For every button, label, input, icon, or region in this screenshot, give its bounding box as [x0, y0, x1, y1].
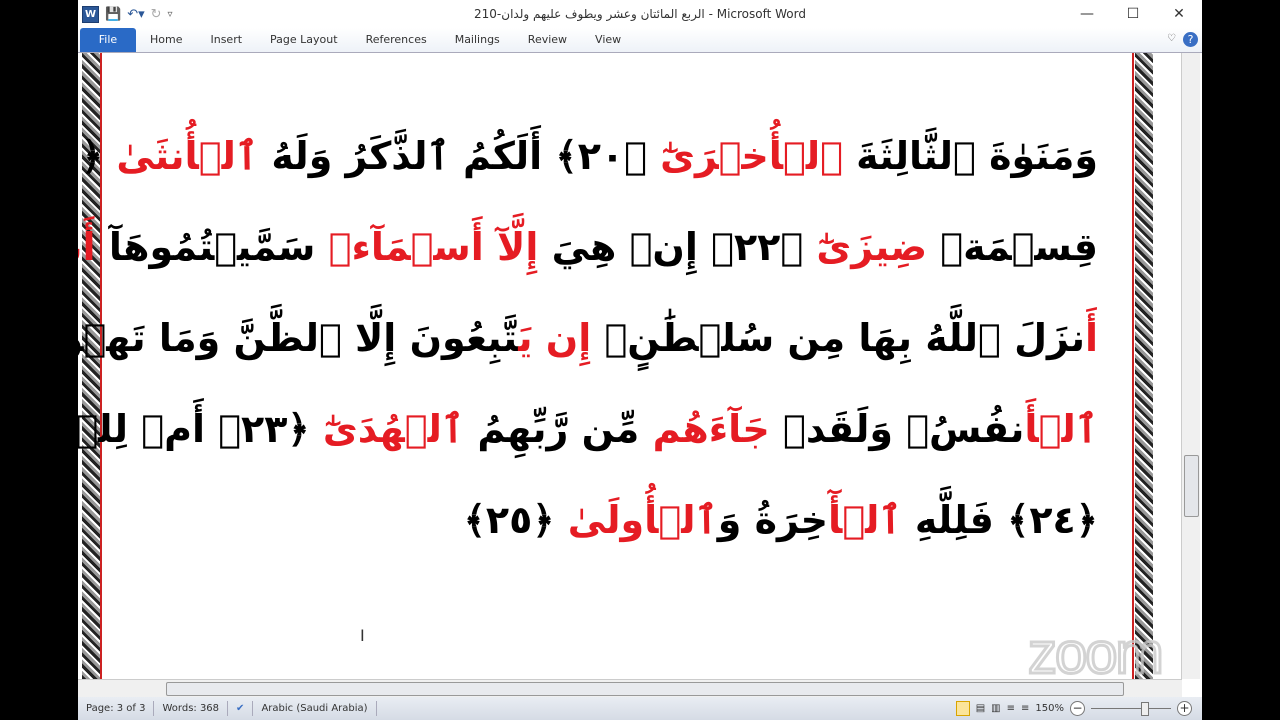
text-line[interactable]: ﴿٢٤﴾ فَلِلَّهِ ٱلۡأٓخِرَةُ وَٱلۡأُولَىٰ …	[133, 475, 1098, 566]
title-bar: الربع المائتان وعشر ويطوف عليهم ولدان-21…	[78, 0, 1202, 28]
text-segment: نفُسُۖ وَلَقَدۡ	[769, 407, 1025, 451]
text-segment: سَمَّيۡتُمُوهَآ	[95, 225, 329, 269]
quran-text[interactable]: وَمَنَوٰةَ ٱلثَّالِثَةَ ٱلۡأُخۡرَىٰٓ ﴿٢٠…	[78, 111, 1098, 566]
word-window: الربع المائتان وعشر ويطوف عليهم ولدان-21…	[78, 0, 1202, 720]
text-segment: ﴿٢٠﴾ أَلَكُمُ ٱلذَّكَرُ وَلَهُ	[258, 134, 661, 178]
text-segment: ﴿٢٣﴾ أَمۡ لِلۡإِنسَٰنِ مَا	[78, 407, 310, 451]
text-line[interactable]: ٱلۡأَنفُسُۖ وَلَقَدۡ جَآءَهُم مِّن رَّبِ…	[78, 384, 1098, 475]
language-indicator[interactable]: Arabic (Saudi Arabia)	[253, 701, 377, 716]
zoom-watermark-logo: zoom	[1027, 620, 1166, 688]
highlighted-text-segment: ضِيزَىٰٓ	[816, 225, 928, 269]
maximize-button[interactable]: ☐	[1110, 0, 1156, 28]
print-layout-view-icon[interactable]	[955, 701, 970, 716]
expand-ribbon-icon[interactable]: ♡	[1167, 33, 1176, 44]
status-bar: Page: 3 of 3 Words: 368 ✔ Arabic (Saudi …	[78, 697, 1202, 720]
page-count[interactable]: Page: 3 of 3	[78, 701, 155, 716]
horizontal-scrollbar[interactable]	[78, 679, 1182, 698]
page-border-line	[1132, 53, 1134, 679]
highlighted-text-segment: ٱلۡأُولَىٰ	[567, 498, 718, 542]
tab-file[interactable]: File	[80, 28, 136, 52]
text-cursor-icon: I	[360, 626, 365, 645]
text-segment: تَّبِعُونَ إِلَّا ٱلظَّنَّ وَمَا تَهۡوَى	[78, 316, 519, 360]
text-segment: وَمَنَوٰةَ ٱلثَّالِثَةَ	[842, 134, 1098, 178]
page-border-right	[1135, 53, 1153, 679]
tab-insert[interactable]: Insert	[196, 28, 256, 52]
highlighted-text-segment: جَآءَهُم	[652, 407, 770, 451]
zoom-slider[interactable]	[1091, 702, 1171, 716]
highlighted-text-segment: إِلَّآ أَسۡمَآءٞ	[328, 225, 539, 269]
full-screen-view-icon[interactable]: ▤	[976, 703, 985, 714]
tab-mailings[interactable]: Mailings	[441, 28, 514, 52]
zoom-level[interactable]: 150%	[1035, 703, 1064, 714]
proofing-icon[interactable]: ✔	[228, 701, 254, 716]
text-segment: ﴿٢١﴾ تِلۡكَ إِذٗا	[78, 134, 104, 178]
highlighted-text-segment: أَ	[1084, 316, 1098, 360]
tab-page-layout[interactable]: Page Layout	[256, 28, 352, 52]
text-segment: خِرَةُ وَ	[717, 498, 829, 542]
ribbon-tabs: File Home Insert Page Layout References …	[78, 28, 1202, 53]
help-icon[interactable]: ?	[1183, 32, 1198, 47]
text-line[interactable]: وَمَنَوٰةَ ٱلثَّالِثَةَ ٱلۡأُخۡرَىٰٓ ﴿٢٠…	[78, 111, 1098, 202]
highlighted-text-segment: ٱلۡأَ	[1024, 407, 1098, 451]
text-line[interactable]: أَنزَلَ ٱللَّهُ بِهَا مِن سُلۡطَٰنٍۚ إِن…	[78, 293, 1098, 384]
outline-view-icon[interactable]: ≡	[1007, 703, 1015, 714]
close-button[interactable]: ✕	[1156, 0, 1202, 28]
text-segment: مِّن رَّبِّهِمُ	[464, 407, 653, 451]
tab-home[interactable]: Home	[136, 28, 196, 52]
text-segment: ﴿٢٢﴾ إِنۡ هِيَ	[538, 225, 817, 269]
highlighted-text-segment: ٱلۡأُنثَىٰ	[116, 134, 259, 178]
window-title: الربع المائتان وعشر ويطوف عليهم ولدان-21…	[474, 7, 806, 21]
tab-view[interactable]: View	[581, 28, 635, 52]
highlighted-text-segment: إِن يَ	[518, 316, 592, 360]
text-segment: نزَلَ ٱللَّهُ بِهَا مِن سُلۡطَٰنٍۚ	[591, 316, 1085, 360]
highlighted-text-segment: ٱلۡأُخۡرَىٰٓ	[660, 134, 843, 178]
tab-references[interactable]: References	[352, 28, 441, 52]
word-count[interactable]: Words: 368	[154, 701, 229, 716]
scroll-thumb[interactable]	[1184, 455, 1199, 517]
text-segment: ﴿٢٥﴾	[463, 498, 568, 542]
text-segment: قِسۡمَةٞ	[927, 225, 1098, 269]
document-page[interactable]: وَمَنَوٰةَ ٱلثَّالِثَةَ ٱلۡأُخۡرَىٰٓ ﴿٢٠…	[78, 53, 1182, 679]
text-segment: ﴿٢٤﴾ فَلِلَّهِ	[901, 498, 1098, 542]
tab-review[interactable]: Review	[514, 28, 581, 52]
web-layout-view-icon[interactable]: ▥	[991, 703, 1000, 714]
text-line[interactable]: قِسۡمَةٞ ضِيزَىٰٓ ﴿٢٢﴾ إِنۡ هِيَ إِلَّآ …	[78, 202, 1098, 293]
zoom-out-button[interactable]: −	[1070, 701, 1085, 716]
draft-view-icon[interactable]: ≡	[1021, 703, 1029, 714]
highlighted-text-segment: أَنتُمۡ	[78, 225, 96, 269]
zoom-in-button[interactable]: +	[1177, 701, 1192, 716]
highlighted-text-segment: ٱلۡأٓ	[828, 498, 902, 542]
minimize-button[interactable]: —	[1064, 0, 1110, 28]
scroll-thumb[interactable]	[166, 682, 1124, 696]
highlighted-text-segment: ٱلۡهُدَىٰٓ	[322, 407, 465, 451]
vertical-scrollbar[interactable]	[1181, 53, 1200, 679]
